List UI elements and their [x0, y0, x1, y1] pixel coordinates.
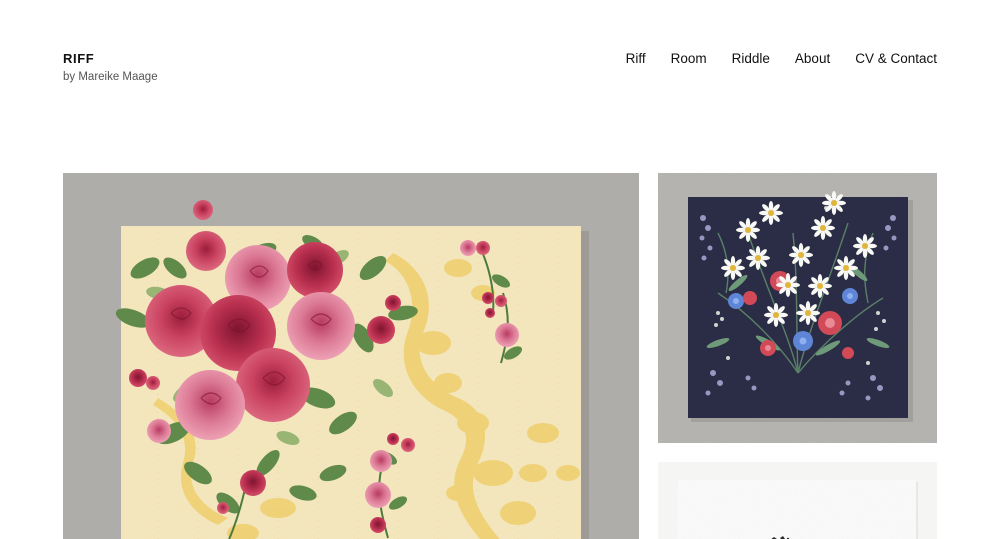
floral-rose-wallpaper-image: [63, 173, 639, 539]
floral-daisy-wallpaper-image: [658, 173, 937, 443]
nav-item-riddle[interactable]: Riddle: [732, 51, 770, 66]
nav-item-riff[interactable]: Riff: [626, 51, 646, 66]
gallery-item-white-texture[interactable]: [658, 462, 937, 539]
white-textured-wallpaper-image: [658, 462, 937, 539]
gallery-item-daisies[interactable]: [658, 173, 937, 443]
brand: RIFF by Mareike Maage: [63, 51, 158, 83]
site-header: RIFF by Mareike Maage Riff Room Riddle A…: [0, 0, 1000, 150]
main-navigation: Riff Room Riddle About CV & Contact: [626, 51, 937, 66]
nav-item-about[interactable]: About: [795, 51, 830, 66]
site-tagline: by Mareike Maage: [63, 71, 158, 83]
site-title-link[interactable]: RIFF: [63, 51, 158, 66]
nav-item-room[interactable]: Room: [671, 51, 707, 66]
nav-item-cv-contact[interactable]: CV & Contact: [855, 51, 937, 66]
gallery-item-roses[interactable]: [63, 173, 639, 539]
